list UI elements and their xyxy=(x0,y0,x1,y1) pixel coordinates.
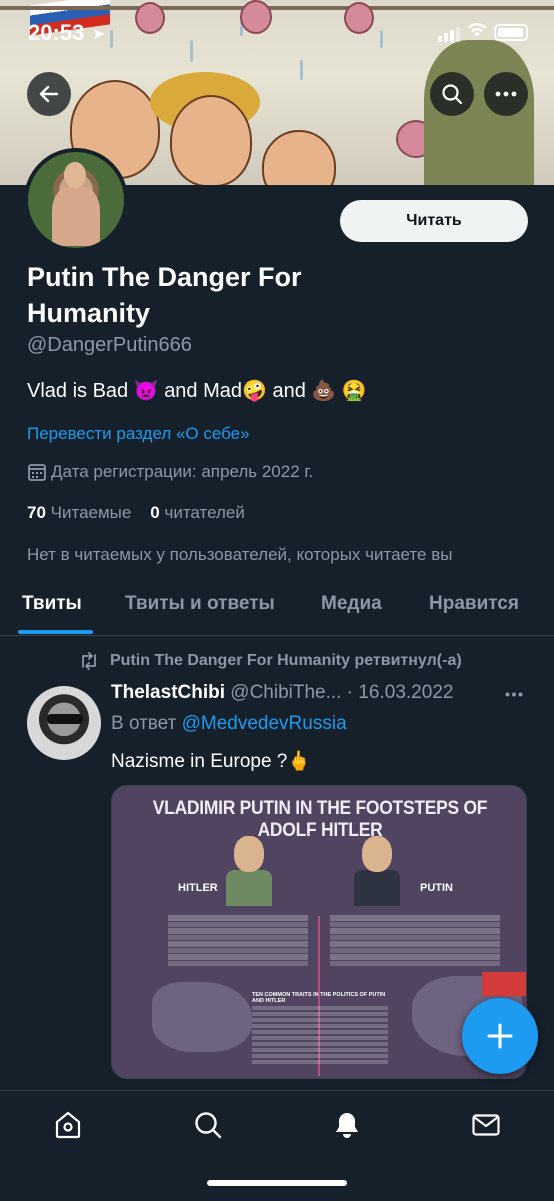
banner-figure xyxy=(170,95,252,185)
profile-avatar[interactable] xyxy=(24,148,128,252)
retweet-note-text: Putin The Danger For Humanity ретвитнул(… xyxy=(110,652,462,669)
infographic-traits: TEN COMMON TRAITS IN THE POLITICS OF PUT… xyxy=(252,992,388,1066)
nav-home[interactable] xyxy=(52,1109,84,1141)
calendar-icon xyxy=(28,464,46,481)
nav-explore[interactable] xyxy=(192,1109,224,1141)
profile-display-name: Putin The Danger For Humanity xyxy=(27,262,302,328)
portrait-body xyxy=(226,870,272,906)
nav-messages[interactable] xyxy=(470,1109,502,1141)
search-icon xyxy=(442,84,463,105)
following-link[interactable]: 70 Читаемые xyxy=(27,503,131,522)
infographic-map-left xyxy=(152,982,252,1052)
infographic-hitler-portrait xyxy=(226,836,272,906)
tab-tweets-replies[interactable]: Твиты и ответы xyxy=(125,593,275,615)
back-button[interactable] xyxy=(27,72,71,116)
more-icon xyxy=(505,692,523,697)
infographic-label-putin: PUTIN xyxy=(420,882,453,894)
tweet-text: Nazisme in Europe ?🖕 xyxy=(111,751,312,772)
retweet-note: Putin The Danger For Humanity ретвитнул(… xyxy=(78,652,462,670)
avatar-figure-face xyxy=(64,162,86,188)
infographic-label-hitler: HITLER xyxy=(178,882,218,894)
nav-notifications[interactable] xyxy=(331,1109,363,1141)
tweet-author-avatar[interactable] xyxy=(27,686,101,760)
follow-stats: 70 Читаемые 0 читателей xyxy=(27,503,245,523)
battery-icon xyxy=(494,24,528,41)
avatar-figure-body xyxy=(52,186,100,246)
following-count: 70 xyxy=(27,503,46,522)
infographic-map-highlight xyxy=(482,972,526,996)
signal-icon xyxy=(438,24,462,42)
search-icon xyxy=(195,1112,222,1139)
profile-handle: @DangerPutin666 xyxy=(27,334,192,356)
banner-figure xyxy=(262,130,336,185)
tab-likes[interactable]: Нравится xyxy=(429,593,519,615)
more-icon xyxy=(495,91,517,97)
status-bar: 20:53 ➤ xyxy=(0,0,554,64)
status-time: 20:53 xyxy=(28,20,85,45)
tweet-author-handle[interactable]: @ChibiThe... xyxy=(230,682,341,703)
portrait-head xyxy=(362,836,392,872)
followers-link[interactable]: 0 читателей xyxy=(150,503,245,522)
search-button[interactable] xyxy=(430,72,474,116)
profile-bio: Vlad is Bad 👿 and Mad🤪 and 💩 🤮 xyxy=(27,380,367,402)
tweet-author-name[interactable]: ThelastChibi xyxy=(111,682,225,703)
infographic-title: VLADIMIR PUTIN IN THE FOOTSTEPS OF ADOLF… xyxy=(152,798,488,841)
bell-icon xyxy=(336,1113,358,1138)
translate-bio-link[interactable]: Перевести раздел «О себе» xyxy=(27,424,250,444)
tweet-date[interactable]: · 16.03.2022 xyxy=(347,682,454,703)
infographic-hitler-list xyxy=(168,914,308,967)
join-date-text: Дата регистрации: апрель 2022 г. xyxy=(51,462,314,481)
portrait-head xyxy=(234,836,264,872)
following-label: Читаемые xyxy=(50,503,132,522)
retweet-icon xyxy=(82,652,96,670)
followers-label: читателей xyxy=(164,503,245,522)
followers-count: 0 xyxy=(150,503,160,522)
reply-context: В ответ @MedvedevRussia xyxy=(111,713,347,735)
tweet-header: ThelastChibi @ChibiThe... · 16.03.2022 xyxy=(111,682,453,704)
back-arrow-icon xyxy=(39,85,59,103)
tab-media[interactable]: Медиа xyxy=(321,593,382,615)
reply-to-link[interactable]: @MedvedevRussia xyxy=(182,713,347,734)
reply-prefix: В ответ xyxy=(111,713,177,734)
not-followed-note: Нет в читаемых у пользователей, которых … xyxy=(27,545,453,564)
home-icon xyxy=(55,1111,81,1139)
tab-tweets[interactable]: Твиты xyxy=(22,593,82,615)
more-button[interactable] xyxy=(484,72,528,116)
profile-tabs: Твиты Твиты и ответы Медиа Нравится xyxy=(0,583,554,636)
infographic-traits-title: TEN COMMON TRAITS IN THE POLITICS OF PUT… xyxy=(252,992,386,1004)
active-tab-indicator xyxy=(18,630,93,634)
compose-button[interactable] xyxy=(462,998,538,1074)
infographic-putin-list xyxy=(330,914,500,967)
wifi-icon xyxy=(466,22,488,43)
tweet-more-button[interactable] xyxy=(505,680,523,703)
mail-icon xyxy=(472,1114,500,1136)
infographic-putin-portrait xyxy=(354,836,400,906)
join-date: Дата регистрации: апрель 2022 г. xyxy=(27,462,313,482)
portrait-body xyxy=(354,870,400,906)
avatar-sunglasses xyxy=(47,714,83,724)
home-indicator xyxy=(207,1180,347,1186)
location-arrow-icon: ➤ xyxy=(92,26,106,43)
compose-plus-icon xyxy=(487,1023,513,1049)
follow-button[interactable]: Читать xyxy=(340,200,528,242)
